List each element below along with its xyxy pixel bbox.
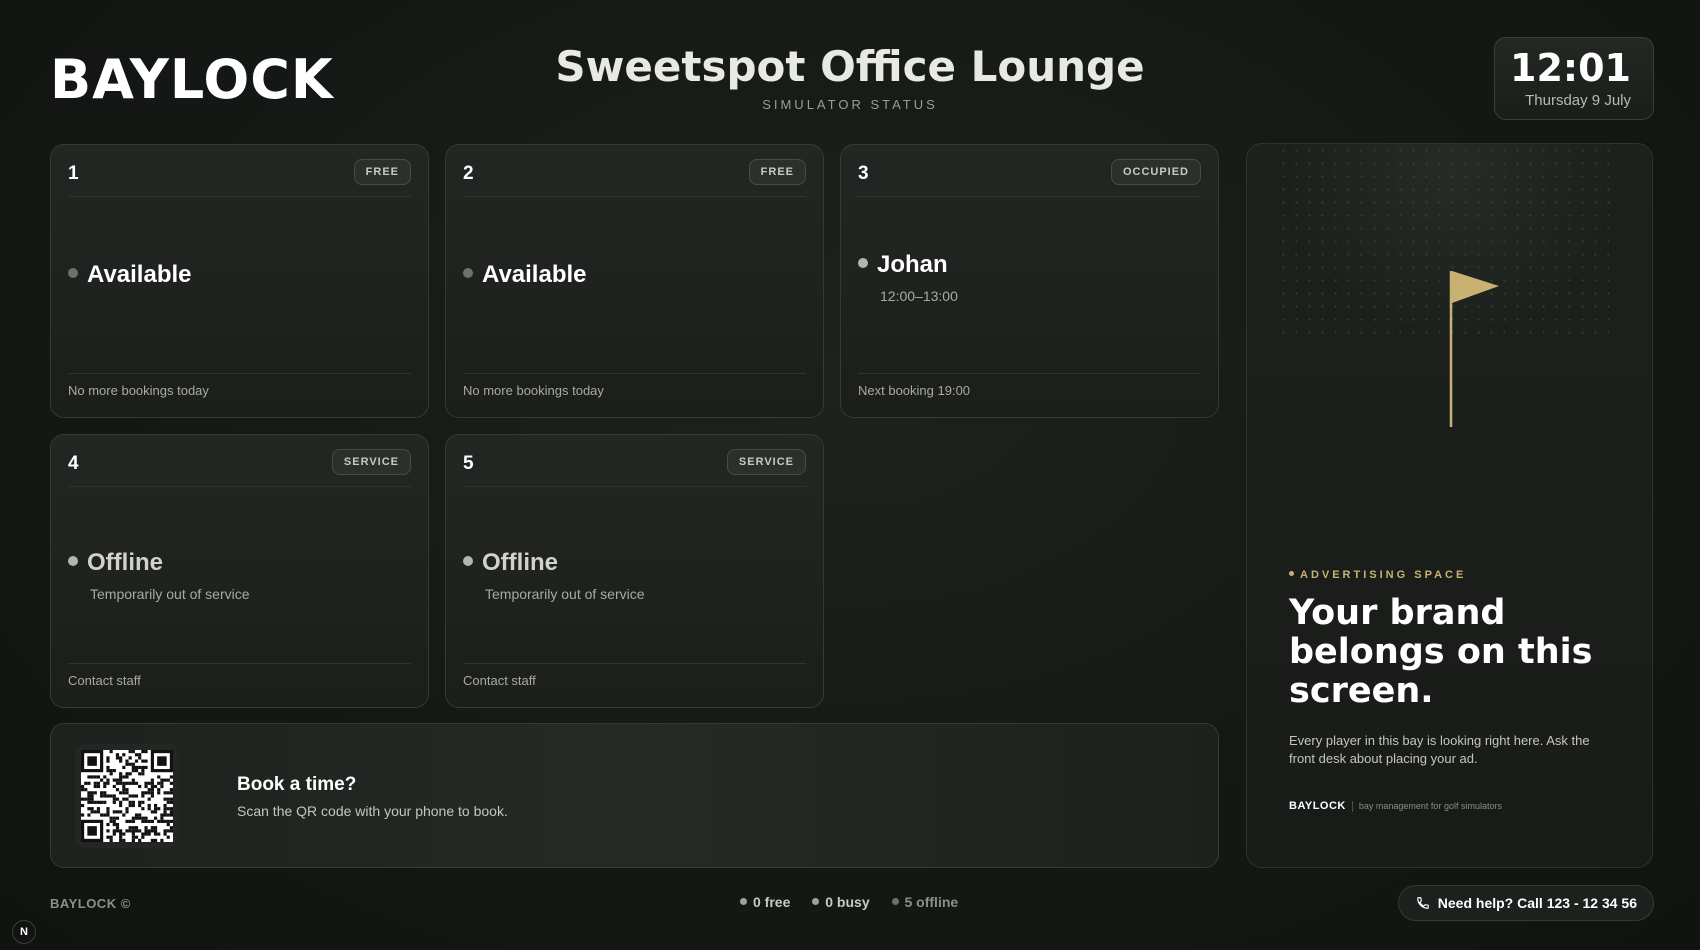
bay-status: Johan 12:00–13:00 — [858, 251, 1201, 304]
bay-number: 2 — [463, 163, 474, 184]
bay-card-3[interactable]: 3 OCCUPIED Johan 12:00–13:00 Next bookin… — [840, 144, 1219, 418]
booking-text: Scan the QR code with your phone to book… — [237, 803, 508, 819]
bay-card-5[interactable]: 5 SERVICE Offline Temporarily out of ser… — [445, 434, 824, 708]
ad-tagline: bay management for golf simulators — [1358, 801, 1502, 811]
stat-dot — [812, 898, 820, 905]
ad-brand: BAYLOCK — [1289, 800, 1346, 812]
bay-status-label: Offline — [87, 549, 163, 576]
ad-divider — [1351, 800, 1353, 812]
status-dot — [463, 556, 473, 566]
page-subtitle: SIMULATOR STATUS — [762, 97, 938, 112]
bay-header: 5 SERVICE — [463, 449, 806, 487]
bay-number: 3 — [858, 163, 869, 184]
status-dot — [68, 556, 78, 566]
bay-footer: No more bookings today — [68, 373, 411, 398]
status-dot — [858, 258, 868, 268]
ad-body: Every player in this bay is looking righ… — [1289, 733, 1590, 766]
bay-number: 1 — [68, 163, 79, 184]
bay-status-badge: FREE — [353, 159, 411, 185]
bay-status: Offline Temporarily out of service — [68, 549, 411, 602]
bay-status-badge: OCCUPIED — [1110, 159, 1201, 185]
ad-headline: Your brand belongs on this screen. — [1289, 593, 1593, 711]
stat-free-label: 0 free — [753, 894, 791, 910]
stat-dot — [740, 898, 747, 905]
bay-status: Available — [463, 261, 806, 289]
footer-brand: BAYLOCK © — [50, 896, 131, 911]
page-title: Sweetspot Office Lounge — [555, 42, 1145, 91]
stat-busy: 0 busy — [812, 894, 870, 910]
status-dot — [68, 268, 78, 278]
corner-badge[interactable]: N — [12, 920, 36, 944]
bay-status: Offline Temporarily out of service — [463, 549, 806, 602]
help-label: Need help? Call 123 - 12 34 56 — [1437, 895, 1637, 911]
clock-time: 12:01 — [1510, 46, 1631, 90]
bay-status-badge: FREE — [748, 159, 806, 185]
stat-busy-label: 0 busy — [825, 894, 870, 910]
stat-offline: 5 offline — [891, 894, 959, 910]
golf-flag-icon — [1449, 271, 1499, 427]
bay-card-2[interactable]: 2 FREE Available No more bookings today — [445, 144, 824, 418]
bay-header: 1 FREE — [68, 159, 411, 197]
ad-tag: ADVERTISING SPACE — [1289, 569, 1466, 581]
status-summary: 0 free 0 busy 5 offline — [740, 894, 976, 910]
bay-status-detail: Temporarily out of service — [485, 586, 645, 602]
clock-date: Thursday 9 July — [1525, 92, 1631, 109]
bay-number: 4 — [68, 453, 79, 474]
ad-tag-label: ADVERTISING SPACE — [1300, 569, 1467, 581]
stat-free: 0 free — [740, 894, 790, 910]
bay-card-4[interactable]: 4 SERVICE Offline Temporarily out of ser… — [50, 434, 429, 708]
qr-code-icon[interactable] — [75, 744, 179, 848]
bay-footer: Next booking 19:00 — [858, 373, 1201, 398]
bay-status-label: Available — [87, 261, 192, 288]
page-header: Sweetspot Office Lounge SIMULATOR STATUS — [0, 42, 1700, 112]
ad-footer: BAYLOCK bay management for golf simulator… — [1289, 800, 1502, 812]
clock-widget: 12:01 Thursday 9 July — [1494, 37, 1654, 120]
bay-status: Available — [68, 261, 411, 289]
advertising-panel: ADVERTISING SPACE Your brand belongs on … — [1246, 143, 1653, 868]
bay-status-badge: SERVICE — [331, 449, 411, 475]
status-dot — [463, 268, 473, 278]
bay-header: 2 FREE — [463, 159, 806, 197]
bay-number: 5 — [463, 453, 474, 474]
bay-status-label: Johan — [877, 251, 948, 278]
bay-card-1[interactable]: 1 FREE Available No more bookings today — [50, 144, 429, 418]
bay-footer: No more bookings today — [463, 373, 806, 398]
bay-status-badge: SERVICE — [726, 449, 806, 475]
stat-dot — [891, 898, 899, 905]
bay-status-label: Available — [482, 261, 587, 288]
bay-status-label: Offline — [482, 549, 558, 576]
ad-tag-dot — [1289, 571, 1294, 576]
bay-header: 4 SERVICE — [68, 449, 411, 487]
help-button[interactable]: Need help? Call 123 - 12 34 56 — [1397, 885, 1654, 921]
bay-footer: Contact staff — [463, 663, 806, 688]
bay-footer: Contact staff — [68, 663, 411, 688]
booking-title: Book a time? — [237, 774, 357, 795]
stat-offline-label: 5 offline — [904, 894, 959, 910]
bay-booking-time: 12:00–13:00 — [880, 288, 958, 304]
bay-header: 3 OCCUPIED — [858, 159, 1201, 197]
phone-icon — [1416, 897, 1429, 910]
booking-panel: Book a time? Scan the QR code with your … — [50, 723, 1219, 868]
bay-status-detail: Temporarily out of service — [90, 586, 250, 602]
